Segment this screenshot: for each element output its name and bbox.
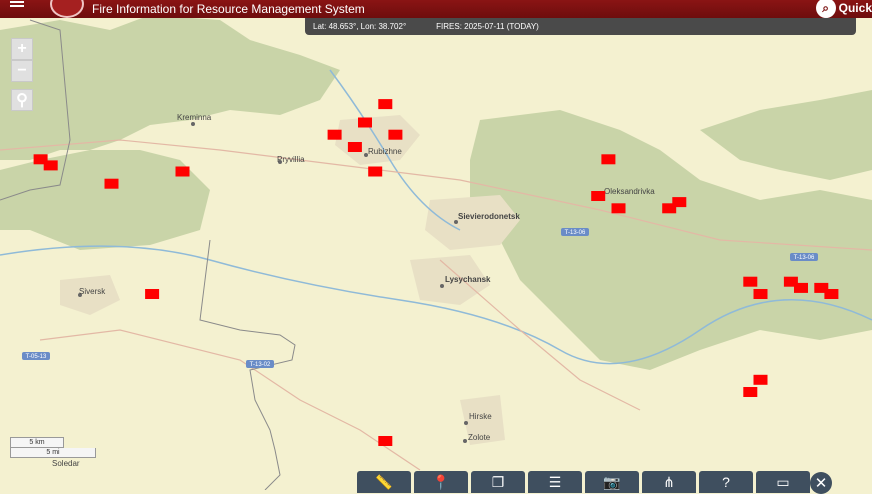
zoom-in-button[interactable]: +: [11, 38, 33, 60]
nasa-logo: [50, 0, 84, 18]
scale-mi: 5 mi: [10, 448, 96, 458]
app-title: Fire Information for Resource Management…: [92, 2, 365, 16]
fire-detection-3[interactable]: [175, 166, 190, 177]
map-pin-icon: ⚲: [16, 92, 28, 109]
fire-detection-21[interactable]: [753, 374, 768, 385]
fire-detection-7[interactable]: [388, 129, 403, 140]
fire-detection-1[interactable]: [43, 160, 58, 171]
road-label-t1306b: T-13-06: [794, 255, 815, 261]
fire-detection-9[interactable]: [368, 166, 383, 177]
place-rubizhne: Rubizhne: [368, 147, 402, 156]
fire-detection-22[interactable]: [743, 387, 758, 397]
map-pin-icon: 📍: [432, 473, 450, 490]
help-icon: ?: [722, 474, 730, 490]
close-toolbar-button[interactable]: ✕: [810, 472, 832, 494]
fire-detection-20[interactable]: [824, 289, 839, 299]
fires-date: FIRES: 2025-07-11 (TODAY): [436, 22, 539, 31]
road-label-t0513: T-05-13: [26, 354, 47, 360]
monitor-icon: ▭: [776, 473, 790, 490]
app-header: Fire Information for Resource Management…: [0, 0, 872, 18]
ruler-icon: 📏: [375, 473, 393, 490]
status-bar: Lat: 48.653°, Lon: 38.702° FIRES: 2025-0…: [305, 18, 856, 35]
zoom-out-button[interactable]: −: [11, 60, 33, 82]
road-label-t1306a: T-13-06: [565, 230, 586, 236]
sliders-icon: ☰: [548, 473, 562, 490]
close-icon: ✕: [814, 475, 828, 492]
quick-search-button[interactable]: ⌕ Quick: [815, 0, 872, 18]
fire-detection-23[interactable]: [145, 289, 160, 299]
place-sievierodonetsk: Sievierodonetsk: [458, 212, 520, 221]
fire-detection-24[interactable]: [378, 436, 393, 446]
map-canvas[interactable]: T-13-06 T-13-06 T-05-13 T-13-02 Kreminna…: [0, 0, 872, 490]
coordinate-readout: Lat: 48.653°, Lon: 38.702°: [313, 22, 407, 31]
place-soledar: Soledar: [52, 459, 80, 468]
fire-detection-15[interactable]: [743, 276, 758, 287]
place-oleksandrivka: Oleksandrivka: [604, 187, 655, 196]
fire-detection-18[interactable]: [794, 282, 808, 293]
road-label-t1302: T-13-02: [250, 362, 271, 368]
fire-detection-5[interactable]: [347, 142, 362, 152]
menu-icon[interactable]: [10, 1, 24, 11]
layers-icon: ❐: [491, 473, 505, 490]
fire-detection-11[interactable]: [591, 191, 606, 201]
search-icon: ⌕: [815, 0, 836, 18]
quick-label: Quick: [838, 1, 872, 15]
fire-detection-4[interactable]: [327, 129, 342, 140]
place-kreminna: Kreminna: [177, 113, 212, 122]
place-zolote: Zolote: [468, 433, 491, 442]
scale-bar: 5 km 5 mi: [10, 437, 96, 458]
fire-detection-10[interactable]: [601, 154, 616, 165]
scale-km: 5 km: [10, 437, 64, 448]
locate-button[interactable]: ⚲: [11, 89, 33, 111]
fire-detection-2[interactable]: [104, 178, 119, 189]
camera-icon: 📷: [603, 473, 621, 490]
place-pryvillia: Pryvillia: [277, 155, 305, 164]
place-hirske: Hirske: [469, 412, 492, 421]
share-icon: ⋔: [663, 473, 675, 490]
fire-detection-14[interactable]: [672, 197, 687, 208]
fire-detection-6[interactable]: [358, 117, 372, 128]
place-siversk: Siversk: [79, 287, 106, 296]
place-lysychansk: Lysychansk: [445, 275, 491, 284]
fire-detection-8[interactable]: [378, 99, 393, 110]
fire-detection-12[interactable]: [611, 203, 626, 214]
fire-detection-16[interactable]: [753, 289, 768, 299]
